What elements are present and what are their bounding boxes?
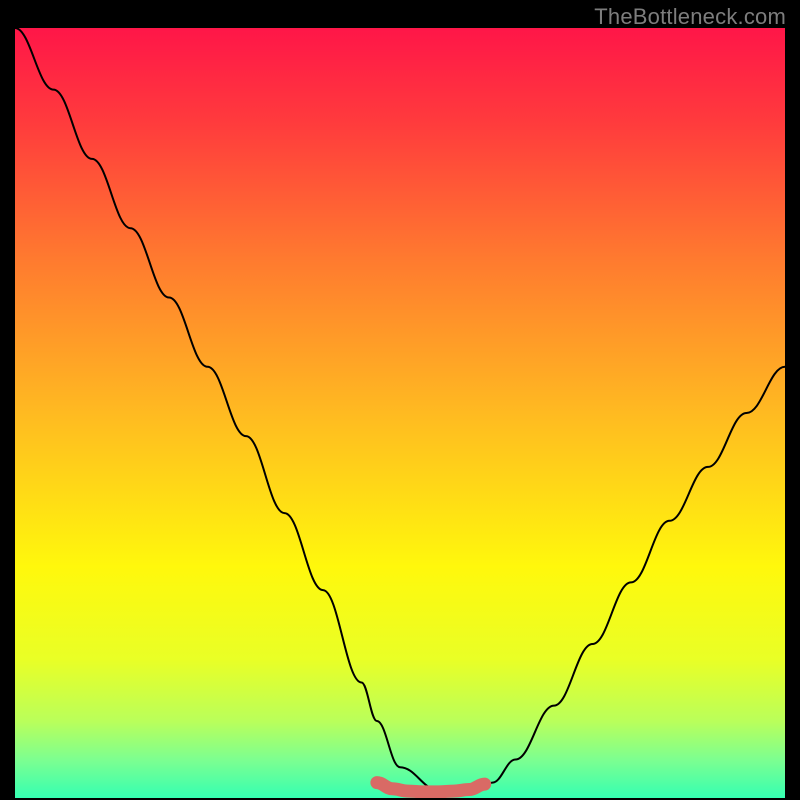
watermark-text: TheBottleneck.com (594, 4, 786, 30)
chart-frame (15, 28, 785, 798)
bottleneck-chart (15, 28, 785, 798)
chart-background (15, 28, 785, 798)
